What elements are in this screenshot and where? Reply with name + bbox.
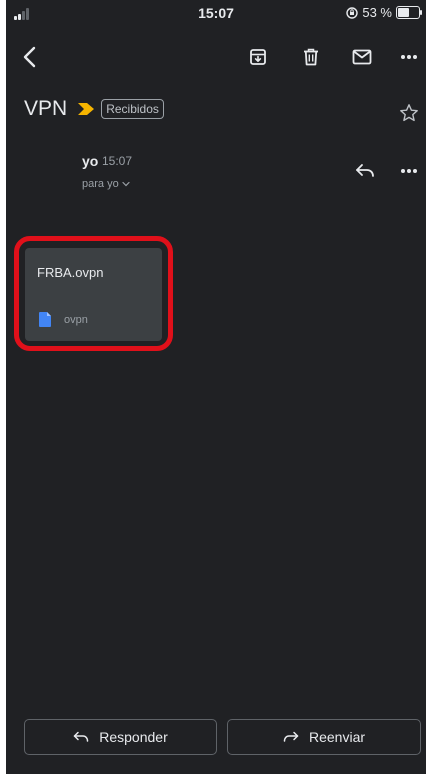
chevron-left-icon [23,46,36,68]
trash-icon [304,48,318,66]
more-options-button[interactable] [394,42,424,72]
star-button[interactable] [396,100,422,126]
forward-button[interactable]: Reenviar [227,719,421,755]
archive-button[interactable] [243,42,273,72]
email-subject: VPN [24,97,68,120]
status-bar: 15:07 53 % [6,0,426,26]
recipient-label: para yo [82,178,119,190]
recipient-toggle[interactable]: para yo [82,178,130,190]
back-button[interactable] [14,42,44,72]
label-chip-recibidos[interactable]: Recibidos [101,99,164,119]
battery-percent: 53 % [362,5,392,20]
message-more-button[interactable] [396,158,422,184]
message-time: 15:07 [102,154,133,168]
star-icon [400,104,418,122]
battery-icon [396,6,422,19]
envelope-icon [352,49,372,65]
archive-icon [250,49,266,65]
mark-unread-button[interactable] [347,42,377,72]
reply-icon [74,731,89,742]
reply-icon [356,164,374,177]
respond-button[interactable]: Responder [24,719,217,755]
toolbar [6,38,426,78]
sender-name: yo [82,153,99,169]
status-right: 53 % [346,5,422,20]
more-horizontal-icon [401,169,417,173]
attachment-highlight-annotation [14,236,173,351]
email-screen: 15:07 53 % VPN Recibidos yo 15:07 para y… [6,0,426,774]
chevron-down-icon [122,181,130,187]
forward-label: Reenviar [308,729,366,745]
importance-marker-icon [78,103,95,115]
subject-row: VPN Recibidos [24,94,424,124]
delete-button[interactable] [296,42,326,72]
forward-icon [283,731,299,742]
respond-label: Responder [99,729,168,745]
reply-button[interactable] [352,158,378,184]
more-horizontal-icon [401,55,417,59]
orientation-lock-icon [346,6,359,19]
